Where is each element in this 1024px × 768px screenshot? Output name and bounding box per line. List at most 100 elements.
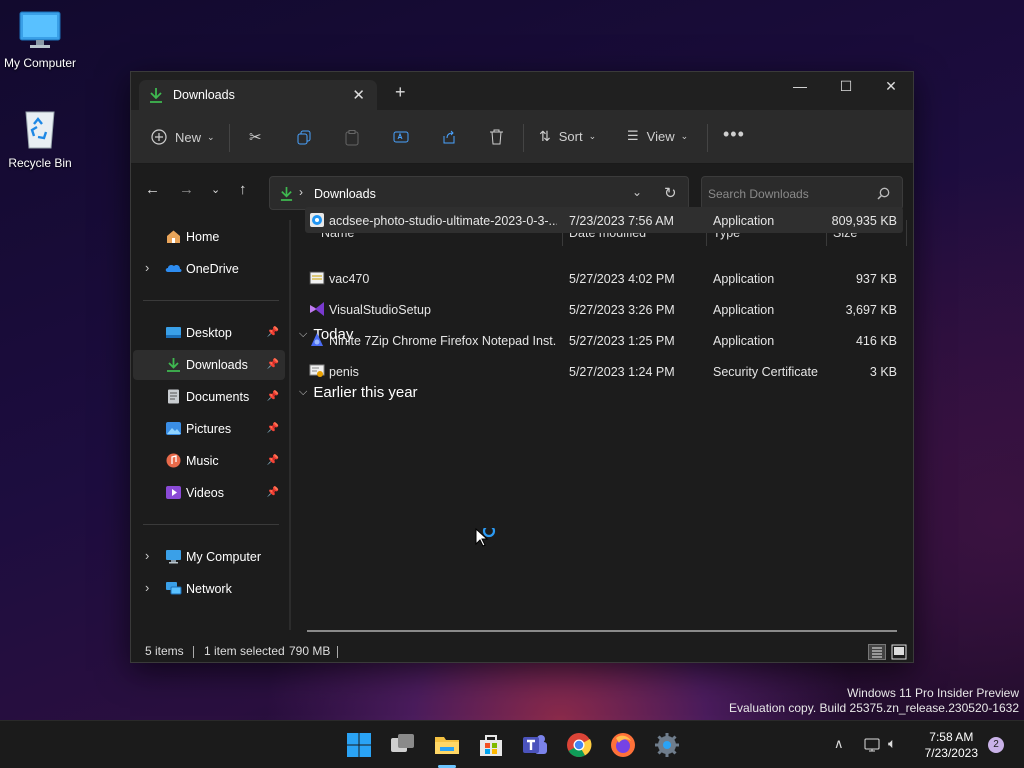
up-icon[interactable]: ↑ [239,181,247,198]
desktop-icon-recycle-bin[interactable]: Recycle Bin [0,106,80,170]
sidebar-item-pictures[interactable]: Pictures 📌 [133,414,285,444]
cut-icon[interactable]: ✂ [249,128,262,146]
file-size: 809,935 KB [831,214,897,228]
horizontal-scrollbar[interactable] [307,630,897,632]
paste-icon[interactable] [345,130,359,146]
chevron-right-icon[interactable]: › [145,260,149,275]
delete-icon[interactable] [489,129,504,145]
system-clock[interactable]: 7:58 AM 7/23/2023 [925,729,978,761]
sidebar-item-label: Pictures [186,422,232,436]
rename-icon[interactable] [393,129,409,145]
back-icon[interactable]: ← [145,181,160,198]
notification-badge[interactable]: 2 [988,737,1004,753]
search-input[interactable] [708,185,868,203]
file-row[interactable]: penis 5/27/2023 1:24 PM Security Certifica… [305,358,903,384]
firefox-icon[interactable] [610,732,636,758]
application-icon [309,212,325,228]
maximize-button[interactable]: ☐ [831,78,861,95]
sidebar-item-downloads[interactable]: Downloads 📌 [133,350,285,380]
file-date-modified: 5/27/2023 3:26 PM [569,303,675,317]
large-icons-view-icon[interactable] [891,644,907,660]
navigation-pane: Home › OneDrive Desktop 📌 Downloads 📌 Do… [131,216,289,644]
chevron-right-icon[interactable]: › [145,580,149,595]
sidebar-item-label: Home [186,230,220,244]
details-view-icon[interactable] [868,644,886,660]
file-name: acdsee-photo-studio-ultimate-2023-0-3-..… [329,214,557,228]
file-explorer-window: Downloads ✕ + — ☐ ✕ New ⌄ ✂ ⇅ Sort ⌄ ☰ V… [130,71,914,663]
start-icon[interactable] [346,732,372,758]
group-header-earlier-this-year[interactable]: ⌵ Earlier this year [299,384,418,401]
file-type: Application [713,214,775,228]
view-button[interactable]: ☰ View ⌄ [627,128,688,144]
new-button[interactable]: New ⌄ [151,129,215,145]
file-type: Security Certificate [713,365,818,379]
search-box[interactable] [701,176,903,210]
desktop-icon-my-computer[interactable]: My Computer [0,10,80,70]
file-row[interactable]: VisualStudioSetup 5/27/2023 3:26 PM Applic… [305,296,903,322]
status-selected: 1 item selected [204,644,285,658]
show-hidden-icons-icon[interactable]: ∧ [834,736,844,752]
file-size: 937 KB [855,272,897,286]
pin-icon[interactable]: 📌 [267,391,279,402]
more-options-icon[interactable]: ••• [723,124,745,145]
file-explorer-icon[interactable] [434,732,460,758]
file-type: Application [713,303,775,317]
file-size: 3,697 KB [845,303,897,317]
file-name: penis [329,365,359,379]
sidebar-divider [143,524,279,525]
file-row[interactable]: vac470 5/27/2023 4:02 PM Application 937 KB [305,265,903,291]
settings-icon[interactable] [654,732,680,758]
refresh-icon[interactable]: ↻ [664,184,677,202]
address-bar[interactable]: › Downloads ⌄ ↻ [269,176,689,210]
pin-icon[interactable]: 📌 [267,359,279,370]
file-row-selected[interactable]: acdsee-photo-studio-ultimate-2023-0-3-..… [305,207,903,233]
desktop-icon-label: My Computer [3,56,77,70]
volume-icon[interactable]: 🔈︎ [888,735,896,752]
column-divider[interactable] [906,220,907,246]
sidebar-item-label: OneDrive [186,262,239,276]
forward-icon[interactable]: → [179,181,194,198]
pin-icon[interactable]: 📌 [267,455,279,466]
chrome-icon[interactable] [566,732,592,758]
sidebar-item-videos[interactable]: Videos 📌 [133,478,285,508]
task-view-icon[interactable] [390,732,416,758]
taskbar: ∧ 🔈︎ 7:58 AM 7/23/2023 2 [0,720,1024,768]
chevron-down-icon: ⌵ [299,386,308,398]
sidebar-item-home[interactable]: Home [133,222,285,252]
sort-button[interactable]: ⇅ Sort ⌄ [539,128,596,145]
chevron-down-icon: ⌄ [680,130,689,141]
sidebar-item-label: Videos [186,486,224,500]
sidebar-item-desktop[interactable]: Desktop 📌 [133,318,285,348]
recent-locations-icon[interactable]: ⌄ [211,183,220,196]
file-row[interactable]: Ninite 7Zip Chrome Firefox Notepad Inst.… [305,327,903,353]
microsoft-store-icon[interactable] [478,732,504,758]
close-window-button[interactable]: ✕ [876,78,906,95]
chevron-right-icon[interactable]: › [145,548,149,563]
evaluation-watermark-line1: Windows 11 Pro Insider Preview [847,686,1019,700]
sidebar-item-onedrive[interactable]: › OneDrive [133,254,285,284]
close-tab-icon[interactable]: ✕ [352,86,365,104]
toolbar-divider [229,124,230,152]
new-tab-button[interactable]: + [395,83,406,101]
sidebar-item-my-computer[interactable]: › My Computer [133,542,285,572]
file-type: Application [713,334,775,348]
sidebar-item-label: My Computer [186,550,262,564]
network-icon [166,582,182,595]
address-dropdown-icon[interactable]: ⌄ [632,185,642,199]
pin-icon[interactable]: 📌 [267,327,279,338]
minimize-button[interactable]: — [785,78,815,94]
teams-icon[interactable] [522,732,548,758]
breadcrumb-downloads[interactable]: Downloads [314,187,376,201]
network-status-icon[interactable] [864,737,880,753]
sidebar-item-label: Music [186,454,219,468]
sidebar-item-network[interactable]: › Network [133,574,285,604]
sidebar-item-documents[interactable]: Documents 📌 [133,382,285,412]
pin-icon[interactable]: 📌 [267,487,279,498]
copy-icon[interactable] [297,130,312,145]
file-list: Name ⌄ Date modified Type Size ⌵ Today a… [291,207,913,644]
pin-icon[interactable]: 📌 [267,423,279,434]
home-icon [167,230,180,243]
tab-downloads[interactable]: Downloads ✕ [139,80,377,110]
share-icon[interactable] [441,129,457,145]
sidebar-item-music[interactable]: Music 📌 [133,446,285,476]
